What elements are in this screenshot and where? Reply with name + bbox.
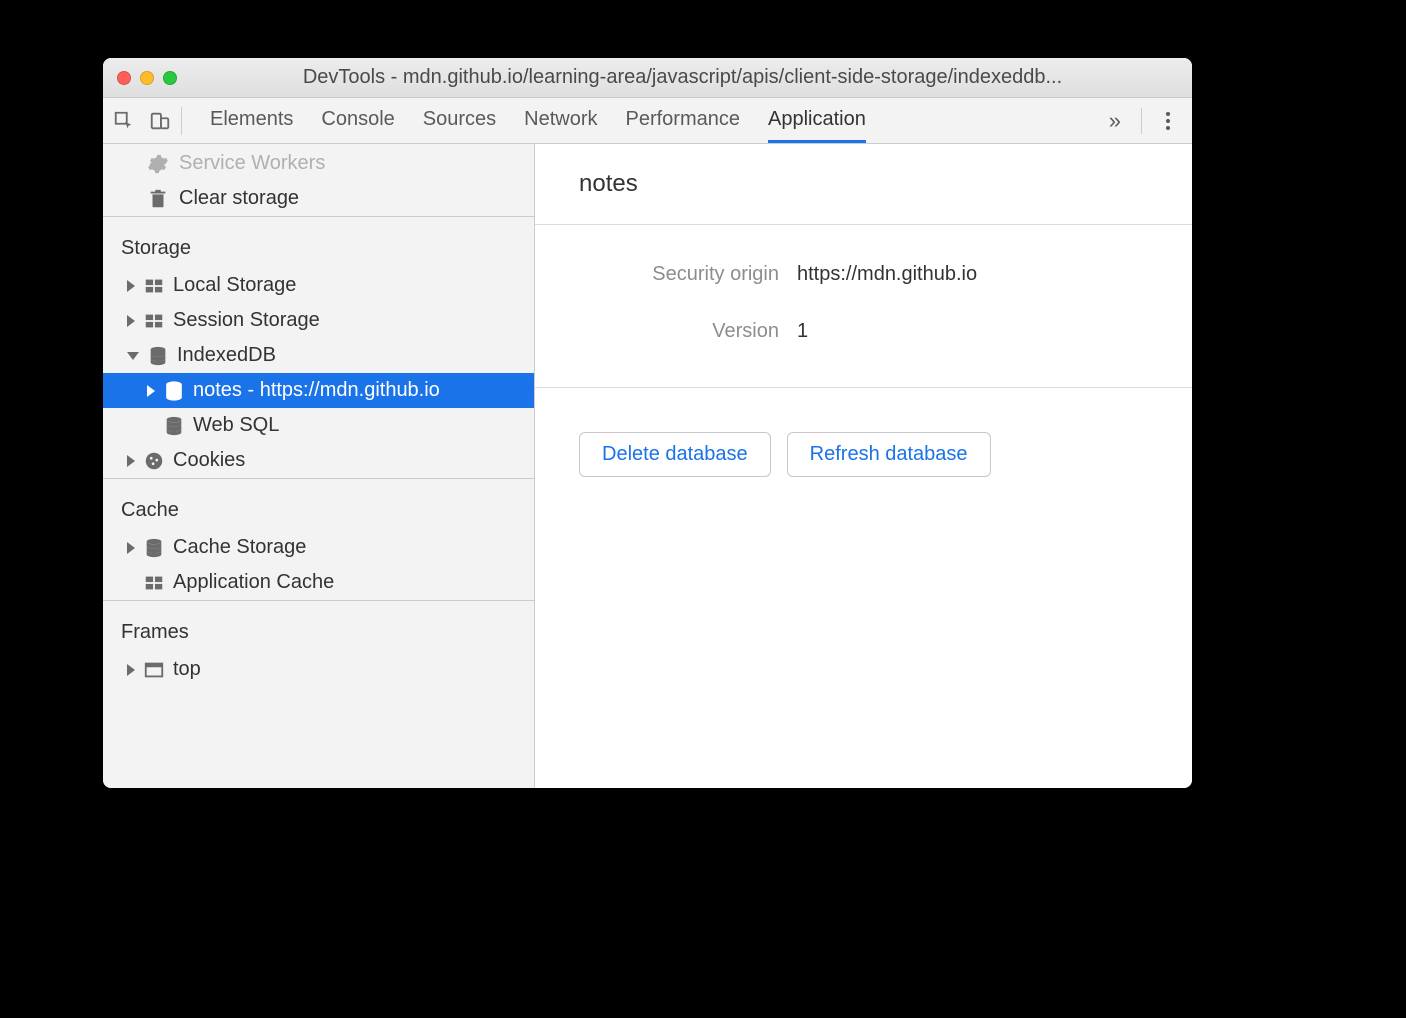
chevron-right-icon [147, 385, 155, 397]
tab-application[interactable]: Application [768, 98, 866, 143]
gear-icon [147, 153, 169, 175]
database-icon [163, 415, 185, 437]
chevron-right-icon [127, 280, 135, 292]
devtools-toolbar: Elements Console Sources Network Perform… [103, 98, 1192, 144]
database-name-heading: notes [535, 144, 1192, 225]
sidebar-item-indexeddb-notes[interactable]: notes - https://mdn.github.io [103, 373, 534, 408]
more-options-button[interactable] [1154, 112, 1182, 130]
sidebar-item-session-storage[interactable]: Session Storage [103, 303, 534, 338]
sidebar-item-cache-storage[interactable]: Cache Storage [103, 530, 534, 565]
maximize-window-button[interactable] [163, 71, 177, 85]
chevron-right-icon [127, 664, 135, 676]
sidebar-item-service-workers[interactable]: Service Workers [103, 146, 534, 181]
tab-elements[interactable]: Elements [210, 98, 293, 143]
section-heading-cache: Cache [103, 478, 534, 530]
chevron-right-icon [127, 315, 135, 327]
sidebar-label: top [173, 658, 201, 681]
content-pane: notes Security origin https://mdn.github… [535, 144, 1192, 788]
sidebar-label: Web SQL [193, 414, 279, 437]
sidebar-item-clear-storage[interactable]: Clear storage [103, 181, 534, 216]
database-icon [147, 345, 169, 367]
window-title: DevTools - mdn.github.io/learning-area/j… [187, 66, 1178, 89]
detail-row-security-origin: Security origin https://mdn.github.io [579, 263, 1148, 286]
database-icon [163, 380, 185, 402]
sidebar-label: Service Workers [179, 152, 325, 175]
window-controls [117, 71, 177, 85]
tabs-overflow-button[interactable]: » [1095, 108, 1135, 134]
sidebar-item-local-storage[interactable]: Local Storage [103, 268, 534, 303]
titlebar: DevTools - mdn.github.io/learning-area/j… [103, 58, 1192, 98]
cookie-icon [143, 450, 165, 472]
chevron-right-icon [127, 542, 135, 554]
detail-value: 1 [797, 320, 808, 343]
section-heading-storage: Storage [103, 216, 534, 268]
sidebar-label: IndexedDB [177, 344, 276, 367]
sidebar-label: notes - https://mdn.github.io [193, 379, 440, 402]
application-sidebar: Service Workers Clear storage Storage Lo… [103, 144, 535, 788]
sidebar-label: Cookies [173, 449, 245, 472]
sidebar-item-web-sql[interactable]: Web SQL [103, 408, 534, 443]
inspect-element-icon[interactable] [113, 110, 135, 132]
tab-network[interactable]: Network [524, 98, 597, 143]
sidebar-item-indexeddb[interactable]: IndexedDB [103, 338, 534, 373]
devtools-tabs: Elements Console Sources Network Perform… [210, 98, 1089, 143]
sidebar-label: Clear storage [179, 187, 299, 210]
sidebar-label: Local Storage [173, 274, 296, 297]
storage-grid-icon [143, 275, 165, 297]
chevron-down-icon [127, 352, 139, 360]
detail-label: Version [579, 320, 779, 343]
database-actions: Delete database Refresh database [535, 388, 1192, 521]
sidebar-item-frame-top[interactable]: top [103, 652, 534, 687]
frame-icon [143, 659, 165, 681]
detail-row-version: Version 1 [579, 320, 1148, 343]
delete-database-button[interactable]: Delete database [579, 432, 771, 477]
close-window-button[interactable] [117, 71, 131, 85]
storage-grid-icon [143, 572, 165, 594]
sidebar-item-application-cache[interactable]: Application Cache [103, 565, 534, 600]
database-details: Security origin https://mdn.github.io Ve… [535, 225, 1192, 388]
refresh-database-button[interactable]: Refresh database [787, 432, 991, 477]
devtools-window: DevTools - mdn.github.io/learning-area/j… [103, 58, 1192, 788]
section-heading-frames: Frames [103, 600, 534, 652]
device-toolbar-icon[interactable] [149, 110, 171, 132]
sidebar-label: Session Storage [173, 309, 320, 332]
tab-sources[interactable]: Sources [423, 98, 496, 143]
storage-grid-icon [143, 310, 165, 332]
detail-label: Security origin [579, 263, 779, 286]
tab-console[interactable]: Console [321, 98, 394, 143]
minimize-window-button[interactable] [140, 71, 154, 85]
database-icon [143, 537, 165, 559]
sidebar-label: Cache Storage [173, 536, 306, 559]
sidebar-label: Application Cache [173, 571, 334, 594]
trash-icon [147, 188, 169, 210]
chevron-right-icon [127, 455, 135, 467]
tab-performance[interactable]: Performance [626, 98, 741, 143]
main-pane: Service Workers Clear storage Storage Lo… [103, 144, 1192, 788]
detail-value: https://mdn.github.io [797, 263, 977, 286]
sidebar-item-cookies[interactable]: Cookies [103, 443, 534, 478]
